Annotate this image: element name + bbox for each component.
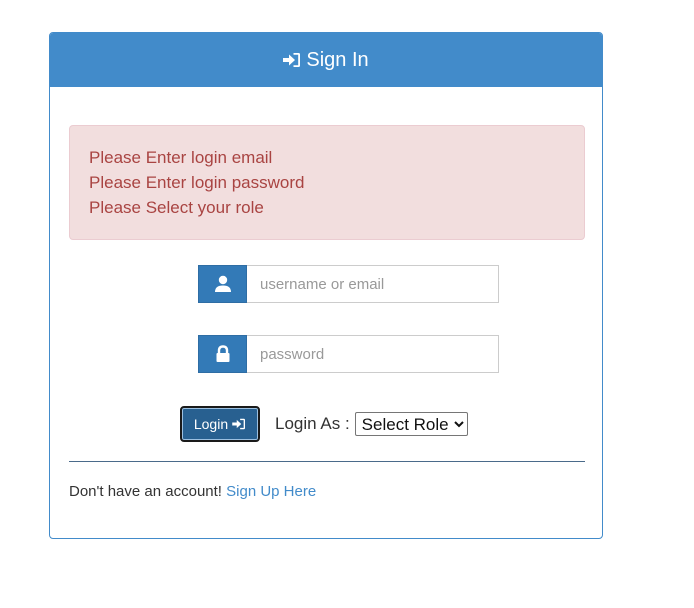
- signup-prompt: Don't have an account!: [69, 483, 222, 500]
- password-input[interactable]: [247, 335, 499, 373]
- login-row: Login Login As : Select Role: [180, 406, 468, 442]
- login-button[interactable]: Login: [180, 406, 260, 442]
- alert-message-role: Please Select your role: [89, 198, 264, 217]
- sign-in-icon: [232, 418, 246, 430]
- username-input-group: [198, 265, 499, 303]
- panel-heading: Sign In: [50, 33, 602, 87]
- error-alert: Please Enter login email Please Enter lo…: [69, 125, 585, 240]
- panel-title: Sign In: [306, 48, 369, 71]
- alert-message-password: Please Enter login password: [89, 173, 305, 192]
- signup-link[interactable]: Sign Up Here: [226, 483, 316, 500]
- sign-in-panel: Sign In Please Enter login email Please …: [49, 32, 603, 539]
- lock-icon: [198, 335, 247, 373]
- username-input[interactable]: [247, 265, 499, 303]
- signup-row: Don't have an account! Sign Up Here: [69, 483, 316, 500]
- role-select[interactable]: Select Role: [354, 412, 468, 436]
- password-input-group: [198, 335, 499, 373]
- user-icon: [198, 265, 247, 303]
- sign-in-icon: [283, 53, 301, 67]
- divider: [69, 461, 585, 462]
- alert-message-email: Please Enter login email: [89, 148, 273, 167]
- login-button-label: Login: [193, 416, 229, 432]
- login-as-label: Login As :: [275, 414, 350, 433]
